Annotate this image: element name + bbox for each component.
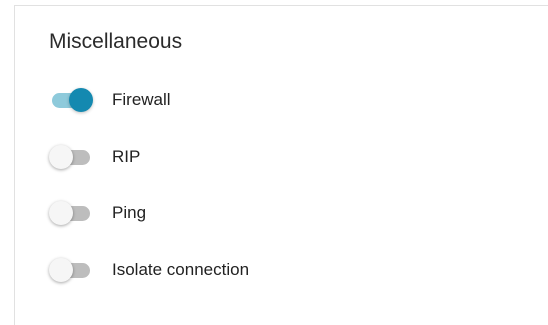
toggle-thumb xyxy=(49,201,73,225)
isolate-connection-label: Isolate connection xyxy=(112,260,250,279)
miscellaneous-panel: Miscellaneous Firewall RIP Ping Isolate … xyxy=(14,5,548,325)
ping-label: Ping xyxy=(112,203,147,222)
toggle-thumb xyxy=(49,258,73,282)
firewall-toggle[interactable] xyxy=(49,85,93,115)
firewall-toggle-row[interactable]: Firewall xyxy=(49,85,171,115)
rip-toggle[interactable] xyxy=(49,142,93,172)
isolate-connection-toggle-row[interactable]: Isolate connection xyxy=(49,255,249,285)
firewall-label: Firewall xyxy=(112,90,171,109)
section-title: Miscellaneous xyxy=(49,30,183,53)
toggle-thumb xyxy=(69,88,93,112)
ping-toggle-row[interactable]: Ping xyxy=(49,198,146,228)
rip-toggle-row[interactable]: RIP xyxy=(49,142,140,172)
toggle-thumb xyxy=(49,145,73,169)
ping-toggle[interactable] xyxy=(49,198,93,228)
rip-label: RIP xyxy=(112,147,141,166)
isolate-connection-toggle[interactable] xyxy=(49,255,93,285)
